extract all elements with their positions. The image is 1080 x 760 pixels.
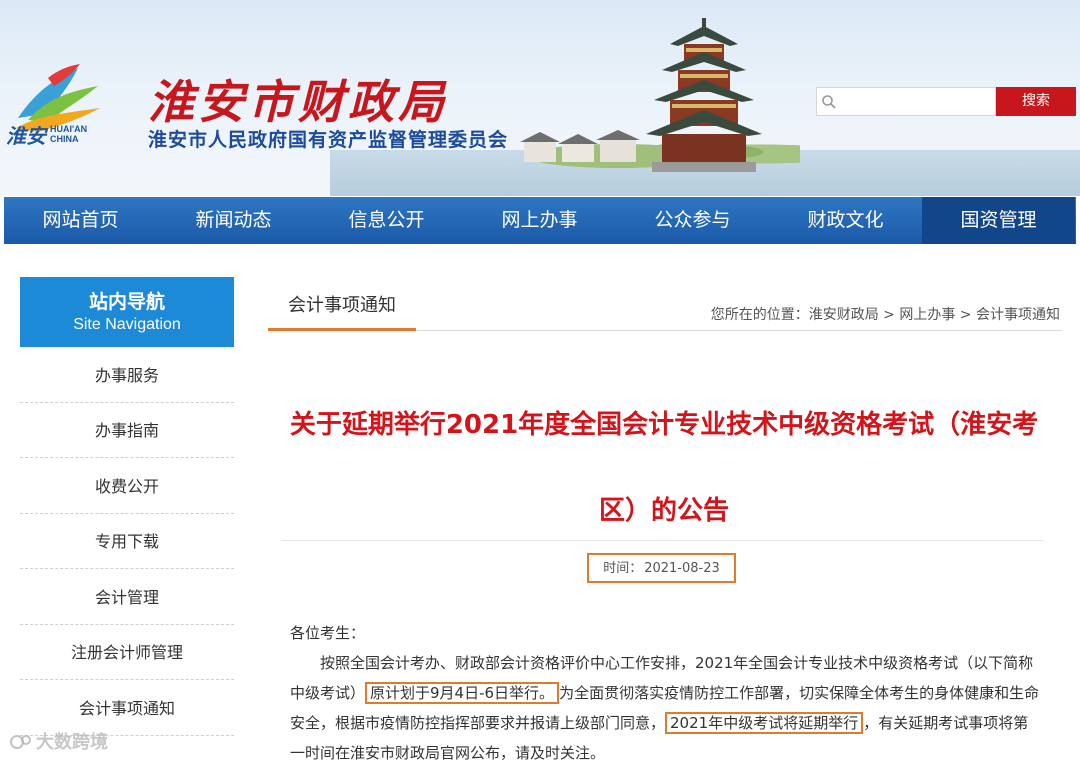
nav-item-home[interactable]: 网站首页 [4,197,157,244]
breadcrumb-item[interactable]: 淮安财政局 [809,307,879,323]
search-icon [822,95,836,109]
sidebar-item-guide[interactable]: 办事指南 [20,403,234,458]
nav-item-state-assets[interactable]: 国资管理 [922,197,1075,244]
nav-item-info-disclosure[interactable]: 信息公开 [310,197,463,244]
search-box[interactable] [816,87,996,116]
nav-item-online-services[interactable]: 网上办事 [463,197,616,244]
article-greeting: 各位考生： [290,624,366,642]
breadcrumb-separator: > [955,307,976,323]
banner-houses [520,130,640,162]
watermark: 大数跨境 [10,728,108,754]
sidebar-item-fees[interactable]: 收费公开 [20,459,234,514]
date-label: 时间： [603,561,643,576]
sidebar-item-downloads[interactable]: 专用下载 [20,514,234,569]
breadcrumb-separator: > [878,307,900,323]
site-subtitle: 淮安市人民政府国有资产监督管理委员会 [148,129,509,151]
main-nav: 网站首页 新闻动态 信息公开 网上办事 公众参与 财政文化 国资管理 [4,197,1076,244]
breadcrumb-item[interactable]: 会计事项通知 [976,307,1060,323]
logo-text-en: HUAI'AN CHINA [50,124,87,144]
sidebar-header: 站内导航 Site Navigation [20,277,234,347]
logo-en-line1: HUAI'AN [50,124,88,134]
nav-item-public-participation[interactable]: 公众参与 [616,197,769,244]
article-paragraph: 按照全国会计考办、财政部会计资格评价中心工作安排，2021年全国会计专业技术中级… [290,648,1040,760]
date-value: 2021-08-23 [644,561,720,576]
nav-item-finance-culture[interactable]: 财政文化 [769,197,922,244]
breadcrumb-prefix: 您所在的位置： [710,307,809,323]
title-divider [282,540,1044,541]
breadcrumb-item[interactable]: 网上办事 [899,307,955,323]
search-input[interactable] [839,91,989,113]
highlight-original-date: 原计划于9月4日-6日举行。 [365,682,560,704]
sidebar-title-cn: 站内导航 [88,291,165,313]
watermark-text: 大数跨境 [36,732,108,753]
sidebar-item-services[interactable]: 办事服务 [20,348,234,403]
article-title: 关于延期举行2021年度全国会计专业技术中级资格考试（淮安考区）的公告 [289,410,1039,526]
logo-en-line2: CHINA [50,134,79,144]
sidebar-title-en: Site Navigation [73,316,181,333]
pagoda-illustration [646,18,762,172]
sidebar-item-accounting[interactable]: 会计管理 [20,570,234,625]
search-button[interactable]: 搜索 [996,87,1076,116]
nav-item-news[interactable]: 新闻动态 [157,197,310,244]
article-body: 各位考生： 按照全国会计考办、财政部会计资格评价中心工作安排，2021年全国会计… [290,618,1040,760]
highlight-postponed: 2021年中级考试将延期举行 [665,712,864,734]
site-title: 淮安市财政局 [148,75,448,129]
article-date: 时间： 2021-08-23 [587,553,736,583]
watermark-logo-icon [10,735,31,749]
sidebar-item-cpa[interactable]: 注册会计师管理 [20,625,234,680]
logo-text-cn: 淮安 [6,124,46,148]
tab-accounting-notices[interactable]: 会计事项通知 [268,287,416,331]
breadcrumb: 您所在的位置：淮安财政局 > 网上办事 > 会计事项通知 [711,304,1060,324]
